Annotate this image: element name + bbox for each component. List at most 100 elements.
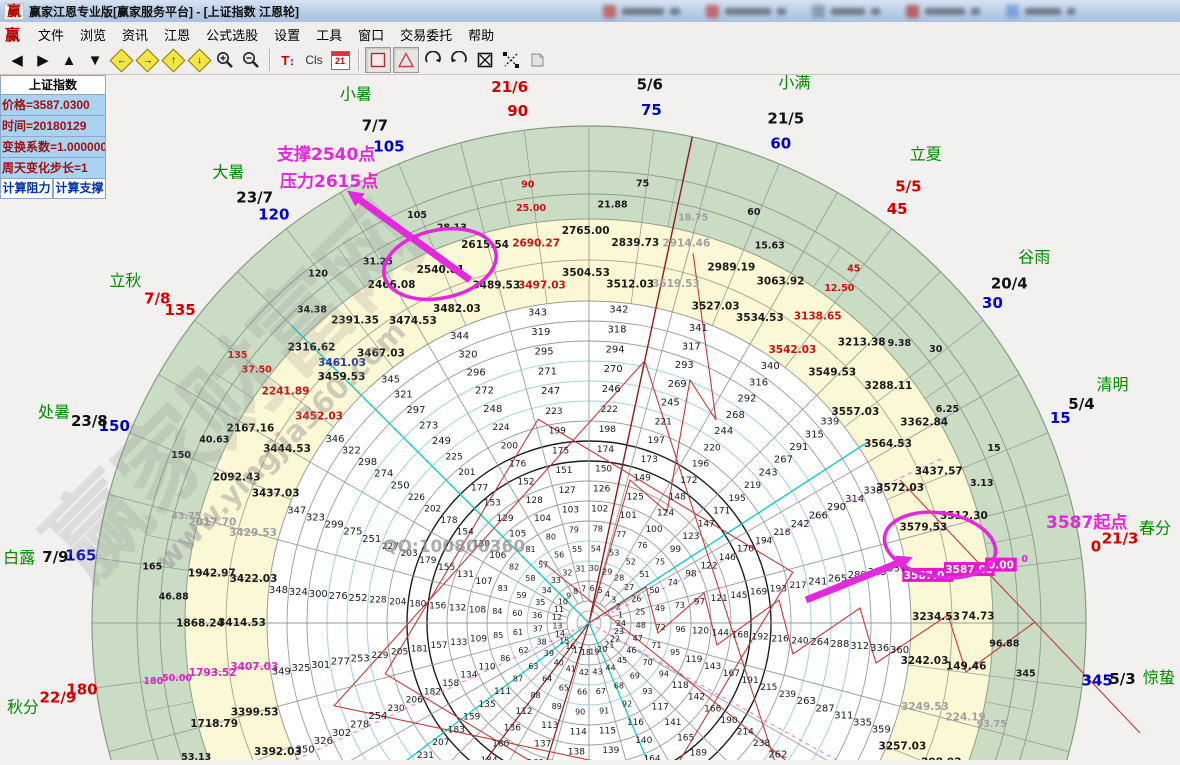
box-x-icon[interactable] bbox=[473, 48, 497, 72]
svg-text:3242.03: 3242.03 bbox=[901, 655, 949, 667]
svg-text:207: 207 bbox=[432, 738, 449, 748]
svg-text:73: 73 bbox=[675, 601, 685, 610]
svg-text:25.00: 25.00 bbox=[516, 203, 546, 214]
svg-text:谷雨: 谷雨 bbox=[1018, 247, 1050, 266]
prev-arrow-icon[interactable]: ◀ bbox=[5, 48, 29, 72]
svg-text:38: 38 bbox=[537, 638, 547, 647]
svg-text:3512.03: 3512.03 bbox=[606, 279, 654, 291]
t-updown-icon[interactable]: T↕ bbox=[276, 48, 300, 72]
svg-text:122: 122 bbox=[701, 561, 718, 571]
menu-item-7[interactable]: 窗口 bbox=[350, 22, 392, 47]
diamond-right-icon[interactable]: → bbox=[135, 48, 159, 72]
svg-text:206: 206 bbox=[406, 696, 423, 706]
support-pressure-annotation: 支撑2540点 bbox=[277, 144, 375, 165]
svg-text:199: 199 bbox=[549, 427, 566, 437]
menu-item-5[interactable]: 设置 bbox=[266, 22, 308, 47]
svg-text:94: 94 bbox=[659, 669, 669, 678]
svg-text:247: 247 bbox=[541, 386, 560, 397]
svg-text:74: 74 bbox=[668, 578, 678, 587]
svg-text:288: 288 bbox=[830, 639, 849, 650]
svg-text:114: 114 bbox=[570, 727, 587, 737]
svg-text:33: 33 bbox=[551, 576, 561, 585]
svg-text:0: 0 bbox=[1021, 554, 1028, 565]
svg-text:60: 60 bbox=[770, 134, 791, 152]
svg-text:217: 217 bbox=[789, 581, 806, 591]
svg-text:274: 274 bbox=[374, 469, 393, 480]
svg-text:292: 292 bbox=[737, 394, 756, 405]
svg-text:339: 339 bbox=[820, 417, 839, 428]
triangle-tool-icon[interactable] bbox=[393, 47, 419, 73]
svg-text:95: 95 bbox=[670, 648, 680, 657]
svg-text:276: 276 bbox=[329, 591, 348, 602]
zoom-out-icon[interactable] bbox=[239, 48, 263, 72]
svg-text:131: 131 bbox=[457, 570, 474, 580]
svg-text:248: 248 bbox=[483, 404, 502, 415]
menu-item-8[interactable]: 交易委托 bbox=[392, 22, 460, 47]
menu-item-1[interactable]: 浏览 bbox=[72, 22, 114, 47]
diamond-up-icon[interactable]: ↑ bbox=[161, 48, 185, 72]
toolbar: ◀ ▶ ▲ ▼ ← → ↑ ↓ T↕ Cls 21 bbox=[0, 46, 1180, 75]
svg-text:321: 321 bbox=[394, 390, 413, 401]
menu-item-6[interactable]: 工具 bbox=[308, 22, 350, 47]
svg-text:183: 183 bbox=[448, 725, 465, 735]
menu-item-4[interactable]: 公式选股 bbox=[198, 22, 266, 47]
panel-field-0: 价格=3587.0300 bbox=[0, 95, 106, 116]
svg-text:133: 133 bbox=[450, 638, 467, 648]
svg-text:118: 118 bbox=[672, 681, 689, 691]
svg-text:3504.53: 3504.53 bbox=[562, 267, 610, 279]
down-arrow-icon[interactable]: ▼ bbox=[83, 48, 107, 72]
up-arrow-icon[interactable]: ▲ bbox=[57, 48, 81, 72]
svg-text:6.25: 6.25 bbox=[936, 404, 959, 415]
menu-item-2[interactable]: 资讯 bbox=[114, 22, 156, 47]
svg-text:244: 244 bbox=[714, 426, 733, 437]
svg-text:347: 347 bbox=[287, 506, 306, 517]
svg-text:76: 76 bbox=[637, 541, 647, 550]
svg-text:345: 345 bbox=[381, 374, 400, 385]
diamond-left-icon[interactable]: ← bbox=[109, 48, 133, 72]
rotate-cw-icon[interactable] bbox=[447, 48, 471, 72]
svg-text:149: 149 bbox=[634, 474, 651, 484]
svg-text:2615.54: 2615.54 bbox=[461, 239, 509, 251]
svg-text:82: 82 bbox=[509, 563, 519, 572]
svg-text:251: 251 bbox=[362, 534, 381, 545]
svg-text:268: 268 bbox=[726, 410, 745, 421]
svg-text:243: 243 bbox=[758, 467, 777, 478]
svg-text:1942.97: 1942.97 bbox=[188, 568, 236, 580]
calendar-icon[interactable]: 21 bbox=[328, 48, 352, 72]
panel-title: 上证指数 bbox=[0, 75, 106, 95]
svg-text:3257.03: 3257.03 bbox=[878, 741, 926, 753]
svg-text:81: 81 bbox=[525, 545, 535, 554]
svg-text:340: 340 bbox=[761, 361, 780, 372]
svg-text:清明: 清明 bbox=[1096, 375, 1128, 394]
menu-item-3[interactable]: 江恩 bbox=[156, 22, 198, 47]
svg-text:3414.53: 3414.53 bbox=[218, 617, 266, 629]
cls-button[interactable]: Cls bbox=[302, 48, 326, 72]
svg-text:181: 181 bbox=[411, 644, 428, 654]
calc-support-button[interactable]: 计算支撑 bbox=[53, 179, 106, 199]
svg-text:96.88: 96.88 bbox=[989, 639, 1019, 650]
menu-item-0[interactable]: 文件 bbox=[30, 22, 72, 47]
svg-text:115: 115 bbox=[599, 726, 616, 736]
menu-item-9[interactable]: 帮助 bbox=[460, 22, 502, 47]
svg-text:240: 240 bbox=[791, 636, 808, 646]
svg-text:182: 182 bbox=[424, 687, 441, 697]
diamond-down-icon[interactable]: ↓ bbox=[187, 48, 211, 72]
svg-text:98: 98 bbox=[685, 570, 697, 580]
svg-text:320: 320 bbox=[458, 349, 477, 360]
page-icon[interactable] bbox=[525, 48, 549, 72]
calc-resistance-button[interactable]: 计算阻力 bbox=[0, 179, 53, 199]
square-tool-icon[interactable] bbox=[365, 47, 391, 73]
expand-cross-icon[interactable] bbox=[499, 48, 523, 72]
svg-text:148: 148 bbox=[669, 492, 686, 502]
svg-text:143: 143 bbox=[704, 662, 721, 672]
svg-text:3512.30: 3512.30 bbox=[940, 510, 988, 522]
svg-text:45: 45 bbox=[887, 200, 908, 218]
next-arrow-icon[interactable]: ▶ bbox=[31, 48, 55, 72]
svg-text:145: 145 bbox=[730, 591, 747, 601]
zoom-in-icon[interactable] bbox=[213, 48, 237, 72]
rotate-ccw-icon[interactable] bbox=[421, 48, 445, 72]
svg-text:67: 67 bbox=[596, 687, 606, 696]
gann-wheel-chart-area[interactable]: 3587.033587.033579.533512.303572.033437.… bbox=[0, 0, 1180, 760]
svg-text:69: 69 bbox=[630, 672, 640, 681]
panel-field-3: 周天变化步长=1 bbox=[0, 158, 106, 179]
